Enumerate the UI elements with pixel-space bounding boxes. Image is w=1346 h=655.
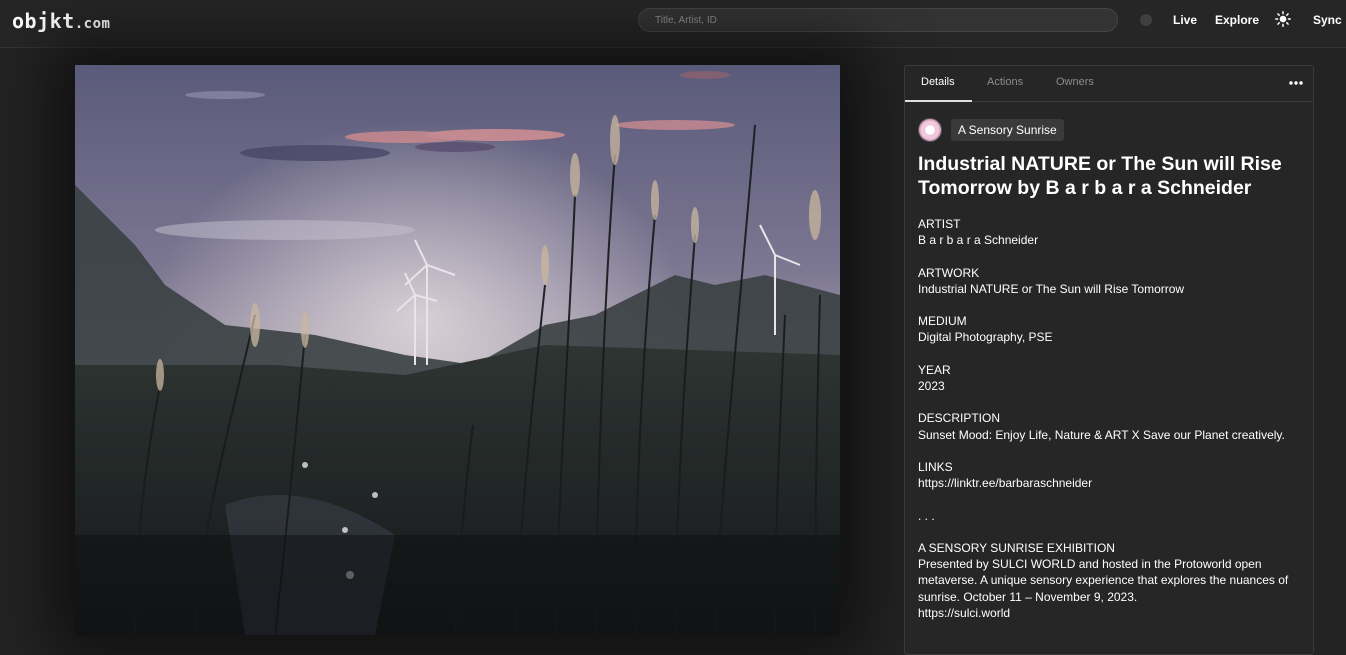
section-artist: ARTIST B a r b a r a Schneider [918, 216, 1308, 249]
section-value: Sunset Mood: Enjoy Life, Nature & ART X … [918, 427, 1285, 442]
section-year: YEAR 2023 [918, 362, 1308, 395]
collection-link[interactable]: A Sensory Sunrise [918, 118, 1064, 142]
artwork-description: ARTIST B a r b a r a Schneider ARTWORK I… [918, 216, 1308, 637]
details-panel: Details Actions Owners A Sensory Sunrise… [904, 65, 1314, 655]
section-value: B a r b a r a Schneider [918, 233, 1039, 248]
section-label: DESCRIPTION [918, 411, 1001, 426]
tab-owners[interactable]: Owners [1056, 76, 1094, 88]
section-exhibition: A SENSORY SUNRISE EXHIBITION Presented b… [918, 540, 1308, 621]
artwork-title: Industrial NATURE or The Sun will Rise T… [918, 153, 1282, 199]
exhibition-text: Presented by SULCI WORLD and hosted in t… [918, 557, 1289, 604]
section-description: DESCRIPTION Sunset Mood: Enjoy Life, Nat… [918, 410, 1308, 443]
logo-text: objkt [12, 9, 75, 33]
dot-icon [1140, 14, 1152, 26]
links-url[interactable]: https://linktr.ee/barbaraschneider [918, 475, 1308, 491]
active-tab-indicator [905, 100, 972, 102]
nav-sync[interactable]: Sync [1313, 13, 1342, 27]
section-value: 2023 [918, 379, 945, 394]
sun-icon[interactable] [1275, 11, 1291, 27]
section-value: Digital Photography, PSE [918, 330, 1053, 345]
nav-explore[interactable]: Explore [1215, 13, 1259, 27]
artwork-picture [75, 65, 840, 635]
section-value: Industrial NATURE or The Sun will Rise T… [918, 281, 1185, 296]
exhibition-title: A SENSORY SUNRISE EXHIBITION [918, 540, 1115, 555]
section-label: ARTIST [918, 217, 961, 231]
section-medium: MEDIUM Digital Photography, PSE [918, 313, 1308, 346]
section-artwork: ARTWORK Industrial NATURE or The Sun wil… [918, 265, 1308, 298]
exhibition-link[interactable]: https://sulci.world [918, 605, 1308, 621]
separator-ellipsis: . . . [918, 508, 935, 523]
section-links: LINKS https://linktr.ee/barbaraschneider [918, 459, 1308, 492]
tab-actions[interactable]: Actions [987, 76, 1023, 88]
collection-name[interactable]: A Sensory Sunrise [951, 119, 1064, 141]
section-label: ARTWORK [918, 265, 980, 280]
section-label: MEDIUM [918, 314, 967, 329]
logo-suffix: .com [74, 16, 111, 32]
search-input[interactable] [638, 8, 1118, 32]
top-nav-bar: objkt.com Live Explore Sync [0, 0, 1346, 48]
collection-avatar [918, 118, 942, 142]
section-label: LINKS [918, 459, 953, 474]
nav-live[interactable]: Live [1173, 13, 1197, 27]
panel-tabs: Details Actions Owners [905, 66, 1313, 102]
tab-details[interactable]: Details [921, 76, 955, 88]
artwork-image[interactable] [75, 65, 840, 635]
site-logo[interactable]: objkt.com [12, 9, 110, 33]
section-label: YEAR [918, 362, 951, 377]
more-icon[interactable] [1289, 80, 1303, 86]
